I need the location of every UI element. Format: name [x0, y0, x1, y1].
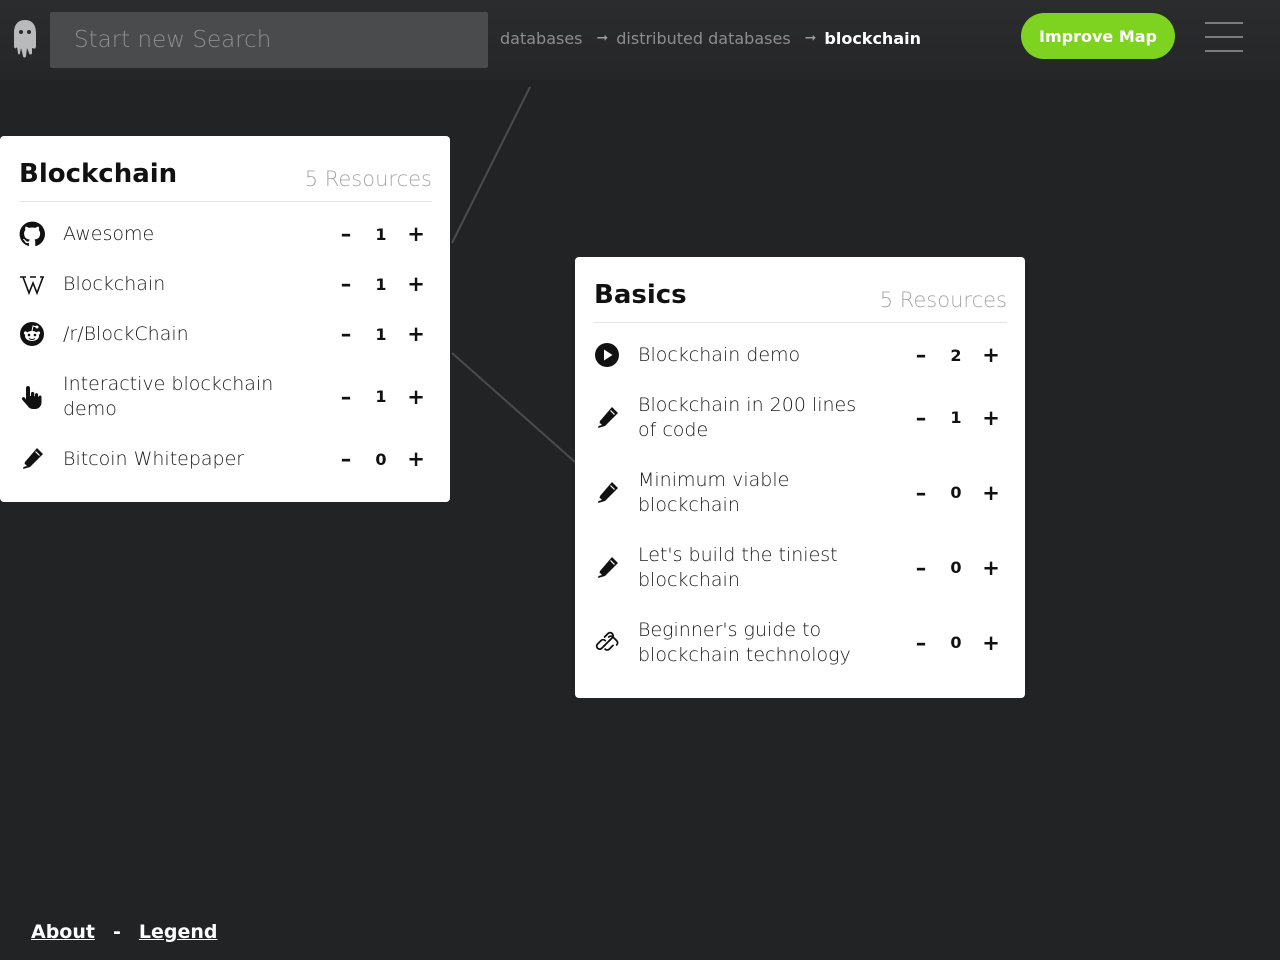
downvote-button[interactable]: –	[336, 385, 356, 409]
card-header: Blockchain 5 Resources	[19, 136, 432, 202]
vote-count: 2	[950, 345, 962, 365]
vote-controls: – 0 +	[911, 481, 1007, 505]
pencil-icon	[19, 446, 45, 472]
topic-card-basics: Basics 5 Resources Blockchain demo – 2 +…	[575, 257, 1025, 698]
upvote-button[interactable]: +	[981, 343, 1001, 367]
resource-count: 5 Resources	[304, 167, 432, 191]
upvote-button[interactable]: +	[406, 222, 426, 246]
breadcrumb-blockchain[interactable]: blockchain	[824, 29, 921, 48]
topic-card-blockchain: Blockchain 5 Resources Awesome – 1 + Blo…	[0, 136, 450, 502]
resource-row: Awesome – 1 +	[19, 209, 432, 259]
resource-row: Beginner's guide to blockchain technolog…	[594, 605, 1007, 680]
logo-icon[interactable]	[12, 18, 38, 58]
upvote-button[interactable]: +	[981, 406, 1001, 430]
vote-count: 1	[375, 274, 387, 294]
card-title[interactable]: Basics	[594, 280, 687, 310]
vote-controls: – 1 +	[911, 406, 1007, 430]
improve-map-button[interactable]: Improve Map	[1021, 13, 1175, 59]
connector-line	[451, 86, 531, 244]
about-link[interactable]: About	[31, 921, 95, 943]
upvote-button[interactable]: +	[406, 272, 426, 296]
resource-link[interactable]: Minimum viable blockchain	[638, 468, 878, 518]
downvote-button[interactable]: –	[336, 272, 356, 296]
resource-link[interactable]: Blockchain	[63, 272, 287, 297]
legend-link[interactable]: Legend	[139, 921, 218, 943]
vote-count: 0	[950, 633, 962, 652]
card-title[interactable]: Blockchain	[19, 159, 177, 189]
play-icon	[594, 342, 620, 368]
downvote-button[interactable]: –	[336, 322, 356, 346]
vote-controls: – 1 +	[336, 272, 432, 296]
resource-row: Blockchain demo – 2 +	[594, 330, 1007, 380]
upvote-button[interactable]: +	[981, 631, 1001, 655]
vote-controls: – 1 +	[336, 385, 432, 409]
connector-line	[451, 352, 576, 463]
hamburger-menu-icon[interactable]	[1205, 22, 1243, 52]
arrow-right-icon: ➞	[804, 30, 817, 46]
downvote-button[interactable]: –	[911, 556, 931, 580]
downvote-button[interactable]: –	[911, 406, 931, 430]
resource-row: Blockchain in 200 lines of code – 1 +	[594, 380, 1007, 455]
downvote-button[interactable]: –	[911, 343, 931, 367]
pencil-icon	[594, 555, 620, 581]
downvote-button[interactable]: –	[911, 481, 931, 505]
vote-count: 1	[950, 408, 962, 427]
upvote-button[interactable]: +	[981, 481, 1001, 505]
card-header: Basics 5 Resources	[594, 257, 1007, 323]
resource-link[interactable]: Blockchain demo	[638, 343, 878, 368]
vote-count: 1	[375, 324, 387, 344]
github-icon	[19, 221, 45, 247]
breadcrumb: databases ➞ distributed databases ➞ bloc…	[500, 28, 921, 48]
resource-link[interactable]: Awesome	[63, 222, 287, 247]
downvote-button[interactable]: –	[336, 447, 356, 471]
resource-row: Bitcoin Whitepaper – 0 +	[19, 434, 432, 484]
resource-link[interactable]: /r/BlockChain	[63, 322, 287, 347]
resource-link[interactable]: Bitcoin Whitepaper	[63, 447, 287, 472]
breadcrumb-databases[interactable]: databases	[500, 29, 583, 48]
resource-count: 5 Resources	[879, 288, 1007, 312]
vote-controls: – 1 +	[336, 322, 432, 346]
resource-link[interactable]: Let's build the tiniest blockchain	[638, 543, 878, 593]
vote-controls: – 1 +	[336, 222, 432, 246]
resource-row: Let's build the tiniest blockchain – 0 +	[594, 530, 1007, 605]
pencil-icon	[594, 480, 620, 506]
vote-count: 0	[950, 558, 962, 577]
resource-link[interactable]: Blockchain in 200 lines of code	[638, 393, 878, 443]
vote-controls: – 0 +	[911, 556, 1007, 580]
vote-controls: – 0 +	[911, 631, 1007, 655]
pencil-icon	[594, 405, 620, 431]
vote-count: 0	[950, 483, 962, 502]
footer: About - Legend	[31, 921, 217, 943]
top-bar: databases ➞ distributed databases ➞ bloc…	[0, 0, 1280, 80]
arrow-right-icon: ➞	[596, 30, 609, 46]
resource-row: /r/BlockChain – 1 +	[19, 309, 432, 359]
vote-count: 1	[375, 224, 387, 244]
upvote-button[interactable]: +	[406, 385, 426, 409]
downvote-button[interactable]: –	[911, 631, 931, 655]
footer-separator: -	[112, 921, 121, 943]
upvote-button[interactable]: +	[406, 447, 426, 471]
vote-count: 0	[375, 449, 387, 469]
resource-row: Blockchain – 1 +	[19, 259, 432, 309]
search-input[interactable]	[50, 12, 488, 68]
resource-link[interactable]: Beginner's guide to blockchain technolog…	[638, 618, 878, 668]
wikipedia-icon	[19, 271, 45, 297]
reddit-icon	[19, 321, 45, 347]
upvote-button[interactable]: +	[406, 322, 426, 346]
breadcrumb-distributed-databases[interactable]: distributed databases	[616, 29, 790, 48]
resource-row: Minimum viable blockchain – 0 +	[594, 455, 1007, 530]
vote-controls: – 0 +	[336, 447, 432, 471]
downvote-button[interactable]: –	[336, 222, 356, 246]
link-icon	[594, 630, 620, 656]
resource-link[interactable]: Interactive blockchain demo	[63, 372, 287, 422]
vote-controls: – 2 +	[911, 343, 1007, 367]
upvote-button[interactable]: +	[981, 556, 1001, 580]
hand-pointer-icon	[19, 384, 45, 410]
resource-row: Interactive blockchain demo – 1 +	[19, 359, 432, 434]
vote-count: 1	[375, 387, 387, 406]
